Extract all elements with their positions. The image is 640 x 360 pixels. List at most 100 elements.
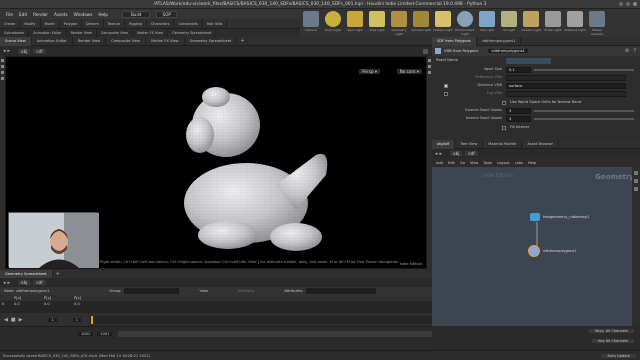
tab-motion-fx-view[interactable]: Motion FX View (146, 36, 185, 46)
keys-all-channels-button[interactable]: Keys, All Channels (589, 329, 634, 333)
shelf-tool-geometry-light[interactable]: Geometry Light (388, 9, 410, 36)
camera-menu[interactable]: No cam ▾ (396, 69, 422, 74)
move-tool-icon[interactable] (1, 65, 4, 68)
fog-vdb-checkbox[interactable] (444, 92, 448, 96)
path-sdf[interactable]: sdf (33, 48, 46, 54)
distance-vdb-checkbox[interactable] (444, 84, 448, 88)
net-menu-help[interactable]: Help (528, 161, 536, 165)
node-name-field[interactable]: vdbfrompolygons1 (488, 49, 528, 53)
frame-start[interactable]: 1 (48, 317, 57, 322)
voxel-size-field[interactable]: 0.1 (506, 67, 531, 73)
shelf-tool-spot-light[interactable]: Spot Light (344, 9, 366, 32)
help-icon[interactable]: ? (633, 48, 636, 54)
shelf-tool-distant-light[interactable]: Distant Light (432, 9, 454, 32)
menu-render[interactable]: Render (33, 12, 48, 17)
shelf-tab-deform[interactable]: Deform (82, 19, 104, 28)
net-menu-tools[interactable]: Tools (483, 161, 492, 165)
timeline-ruler[interactable] (89, 315, 432, 324)
scale-tool-icon[interactable] (1, 77, 4, 80)
net-menu-view[interactable]: View (470, 161, 479, 165)
net-menu-add[interactable]: Add (436, 161, 443, 165)
path-obj[interactable]: obj (18, 48, 31, 54)
net-forward-arrow-icon[interactable]: ▸ (440, 151, 443, 157)
spread-attributes-field[interactable] (306, 288, 377, 294)
net-path-sdf[interactable]: sdf (465, 151, 478, 156)
exterior-band-field[interactable]: 3 (506, 108, 531, 114)
shelf-tab-texture[interactable]: Texture (104, 19, 126, 28)
shelf-tool-area-light[interactable]: Area Light (366, 9, 388, 32)
net-tool-icon[interactable] (634, 171, 638, 175)
stop-icon[interactable]: ■ (11, 317, 16, 323)
forward-arrow-icon-bottom[interactable]: ▸ (8, 280, 11, 286)
shelf-tab-rigging[interactable]: Rigging (125, 19, 147, 28)
shelf-tool-volume-light[interactable]: Volume Light (410, 9, 432, 32)
net-menu-layout[interactable]: Layout (497, 161, 509, 165)
net-tool-icon[interactable] (634, 187, 638, 191)
tab-asset-browser[interactable]: Asset Browser (522, 139, 560, 149)
net-path-obj[interactable]: obj (450, 151, 463, 156)
interior-band-slider[interactable] (534, 118, 634, 120)
tab-scene-view[interactable]: Scene View (0, 36, 32, 46)
param-section-field[interactable] (506, 58, 551, 64)
minimize-icon[interactable] (619, 2, 623, 6)
network-editor[interactable]: Indie Edition Geometry testgeometry_rubb… (432, 167, 640, 326)
shelf-tab-modify[interactable]: Modify (20, 19, 41, 28)
desktop-selector[interactable]: Build (121, 10, 151, 18)
voxel-size-slider[interactable] (534, 69, 634, 71)
add-tab-icon-bottom[interactable]: + (56, 271, 60, 277)
spread-path-obj[interactable]: obj (18, 280, 31, 285)
shelf-tool-camera[interactable]: Camera (300, 9, 322, 32)
tab-sdf-from-polygons[interactable]: SDF from Polygons (432, 36, 477, 46)
rotate-tool-icon[interactable] (1, 71, 4, 74)
reference-vdb-field[interactable] (506, 75, 626, 81)
frame-current[interactable]: 1 (72, 317, 82, 322)
range-start[interactable]: 1001 (78, 331, 94, 336)
tab-render-view[interactable]: Render View (73, 36, 107, 46)
close-icon[interactable] (633, 2, 637, 6)
display-options-icon[interactable] (428, 59, 431, 62)
shelf-tab-constraints[interactable]: Constraints (174, 19, 203, 28)
shelf-tool-environment-light[interactable]: Environment Light (454, 9, 476, 36)
net-menu-go[interactable]: Go (460, 161, 465, 165)
tab-material-palette[interactable]: Material Palette (483, 139, 523, 149)
maximize-icon[interactable] (626, 2, 630, 6)
key-all-channels-button[interactable]: Key All Channels (592, 339, 634, 343)
node-testgeometry-rubbertoy[interactable]: testgeometry_rubbertoy1 (530, 213, 589, 221)
menu-help[interactable]: Help (98, 12, 108, 17)
menu-assets[interactable]: Assets (54, 12, 68, 17)
shelf-tool-portal-light[interactable]: Portal Light (542, 9, 564, 32)
net-menu-labs[interactable]: Labs (515, 161, 523, 165)
tab-composite-view[interactable]: Composite View (106, 36, 147, 46)
tab-vdbfrompolygons1[interactable]: vdbfrompolygons1 (477, 36, 522, 46)
back-arrow-icon[interactable]: ◂ (3, 48, 6, 54)
play-back-icon[interactable]: ◀ (4, 317, 8, 323)
net-tool-icon[interactable] (634, 179, 638, 183)
tab-animation-editor[interactable]: Animation Editor (32, 36, 73, 46)
persp-menu[interactable]: Persp ▾ (359, 69, 380, 74)
shaded-icon[interactable] (428, 71, 431, 74)
shelf-tab-polygon[interactable]: Polygon (60, 19, 83, 28)
menu-windows[interactable]: Windows (74, 12, 93, 17)
net-back-arrow-icon[interactable]: ◂ (435, 151, 438, 157)
tab-tree-view[interactable]: Tree View (455, 139, 484, 149)
distance-vdb-field[interactable]: surface (506, 83, 626, 89)
auto-update-menu[interactable]: Auto Update (601, 353, 636, 358)
table-row[interactable]: 0 0.0 0.0 0.0 (0, 301, 432, 307)
context-selector[interactable]: SOP (156, 10, 177, 18)
tab-geometry-spreadsheet-bottom[interactable]: Geometry Spreadsheet (0, 270, 53, 278)
shelf-tab-characters[interactable]: Characters (147, 19, 175, 28)
node-vdbfrompolygons[interactable]: vdbfrompolygons1 (528, 245, 577, 257)
play-icon[interactable]: ▶ (19, 317, 23, 323)
shelf-tool-point-light[interactable]: Point Light (322, 9, 344, 32)
current-frame-marker[interactable] (91, 315, 94, 324)
shelf-tool-ambient-light[interactable]: Ambient Light (564, 9, 586, 32)
fog-vdb-field[interactable] (506, 91, 626, 97)
shelf-tool-sky-light[interactable]: Sky Light (476, 9, 498, 32)
fill-interior-checkbox[interactable] (502, 126, 506, 130)
pin-icon[interactable] (423, 48, 428, 54)
net-menu-edit[interactable]: Edit (448, 161, 455, 165)
menu-edit[interactable]: Edit (19, 12, 27, 17)
shelf-tab-create[interactable]: Create (0, 19, 21, 28)
tab-geometry-spreadsheet[interactable]: Geometry Spreadsheet (185, 36, 238, 46)
shelf-tool-stereo-camera[interactable]: Stereo Camera (586, 9, 608, 36)
